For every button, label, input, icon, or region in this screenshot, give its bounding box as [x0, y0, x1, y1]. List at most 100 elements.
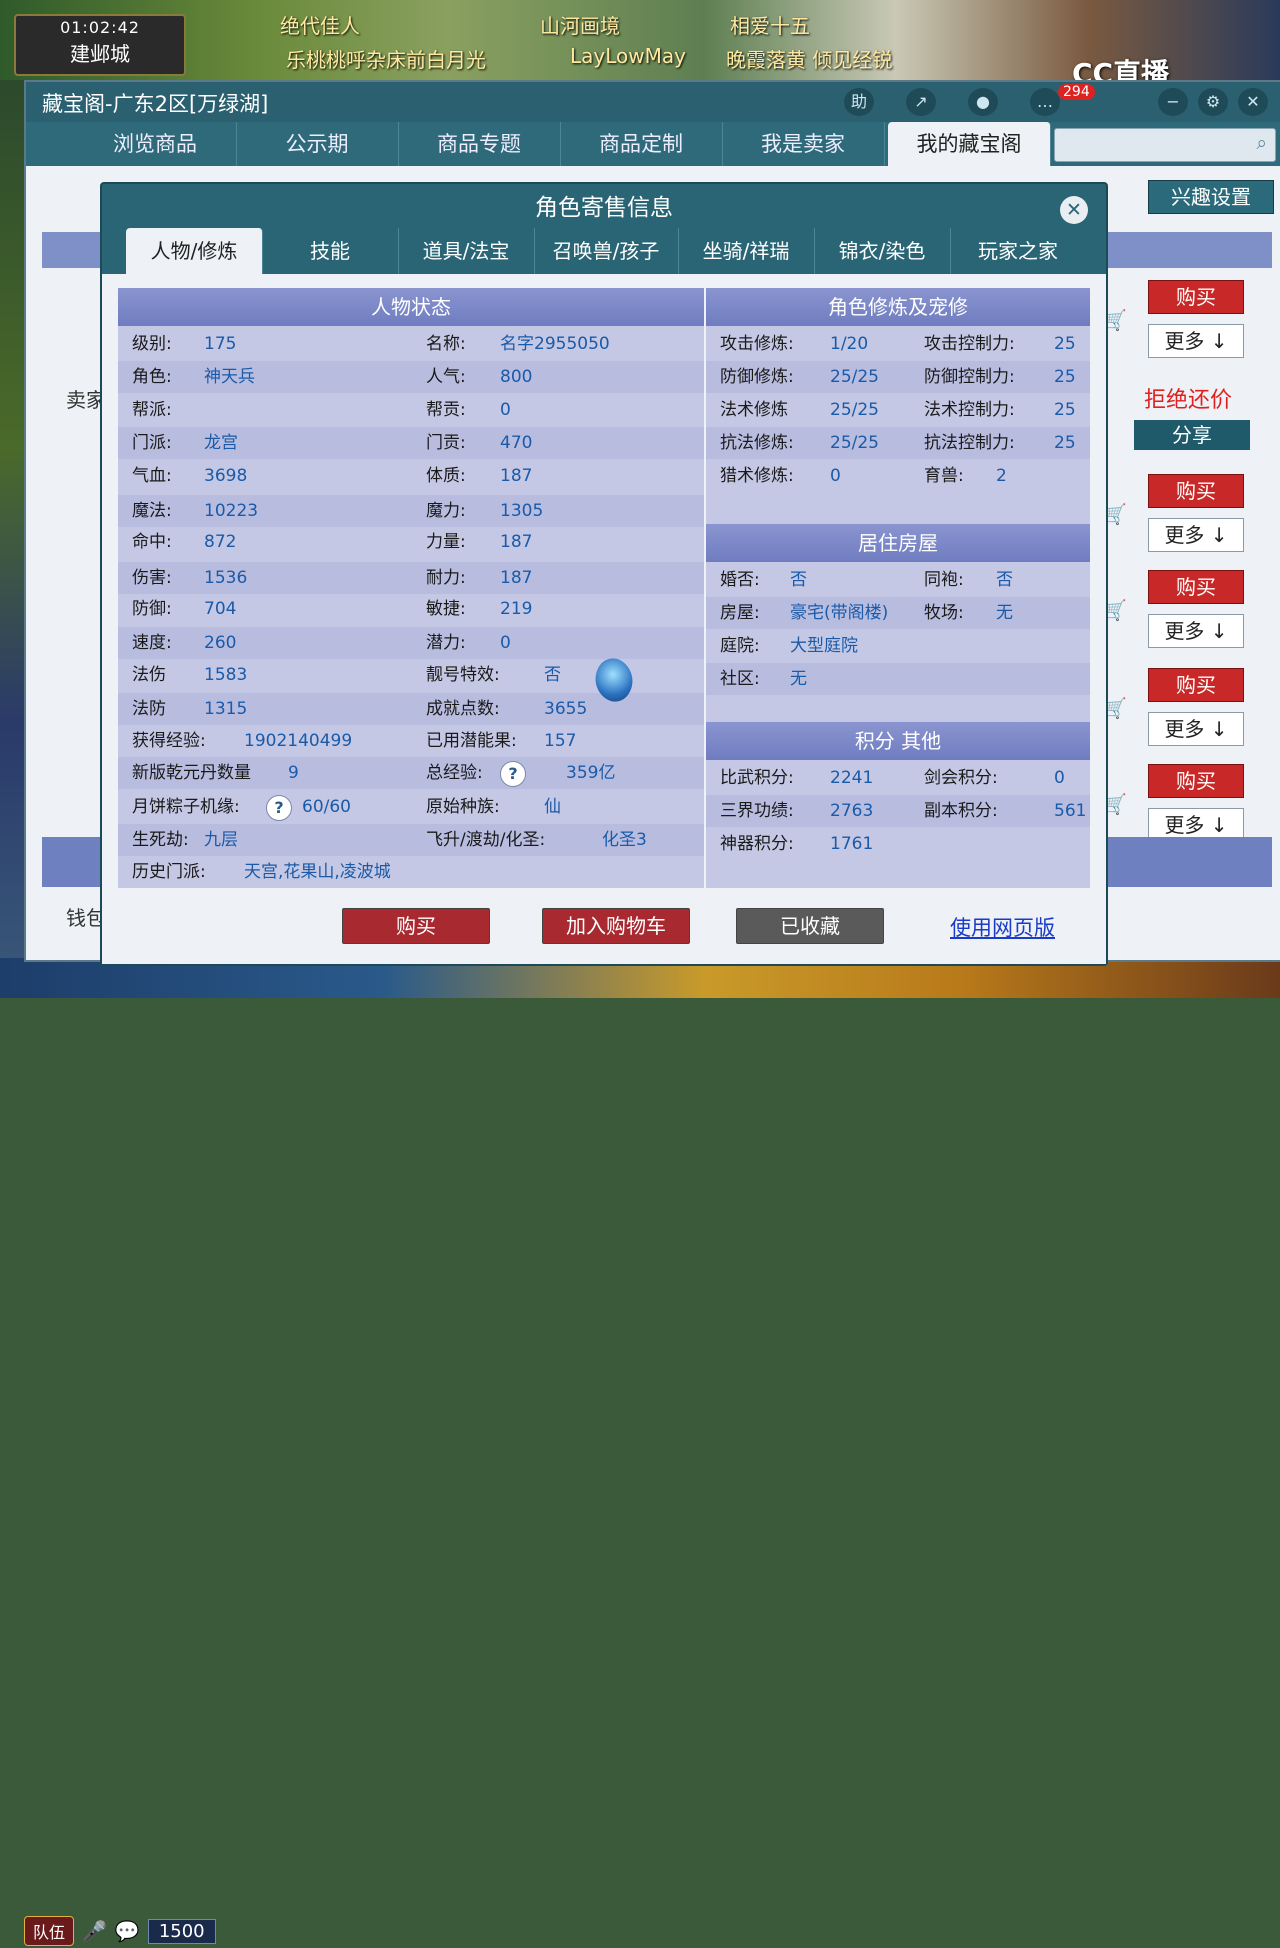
more-button[interactable]: 更多 ↓	[1148, 712, 1244, 746]
panel-heading: 角色修炼及宠修	[706, 288, 1090, 326]
stat-value: 1305	[500, 501, 544, 521]
tab-my-cbg[interactable]: 我的藏宝阁	[888, 122, 1051, 166]
info-label: 攻击修炼:	[720, 334, 794, 354]
stat-value: 0	[500, 400, 511, 420]
tab-browse[interactable]: 浏览商品	[74, 122, 237, 166]
stat-value: 0	[500, 633, 511, 653]
tab-character[interactable]: 人物/修炼	[126, 228, 263, 274]
record-icon[interactable]: ●	[968, 88, 998, 116]
info-row: 伤害: 1536 耐力: 187	[118, 562, 704, 594]
info-label: 神器积分:	[720, 834, 794, 854]
info-label: 攻击控制力:	[924, 334, 1015, 354]
tab-custom[interactable]: 商品定制	[560, 122, 723, 166]
info-label: 房屋:	[720, 603, 760, 623]
more-button[interactable]: 更多 ↓	[1148, 324, 1244, 358]
help-icon[interactable]: ?	[500, 761, 526, 787]
game-caption: LayLowMay	[570, 44, 686, 68]
share-arrow-icon[interactable]: ↗	[906, 88, 936, 116]
buy-button[interactable]: 购买	[1148, 764, 1244, 798]
info-value: 1/20	[830, 334, 869, 354]
add-to-cart-button[interactable]: 加入购物车	[542, 908, 690, 944]
buy-button[interactable]: 购买	[1148, 668, 1244, 702]
gear-icon[interactable]: ⚙	[1198, 88, 1228, 116]
stat-label: 防御:	[132, 599, 172, 619]
stat-label: 生死劫:	[132, 830, 189, 850]
shop-titlebar: 藏宝阁-广东2区[万绿湖] 助 ↗ ● … 294 − ⚙ ✕	[26, 82, 1280, 122]
info-row: 法术修炼 25/25 法术控制力: 25	[706, 394, 1090, 426]
stat-value: 157	[544, 731, 577, 751]
dialog-title: 角色寄售信息	[535, 195, 673, 221]
favorited-button[interactable]: 已收藏	[736, 908, 884, 944]
tab-items[interactable]: 道具/法宝	[398, 228, 535, 274]
info-value: 25	[1054, 433, 1076, 453]
info-label: 同袍:	[924, 570, 964, 590]
stat-label: 法防	[132, 699, 166, 719]
stat-label: 获得经验:	[132, 731, 206, 751]
cultivation-panel: 角色修炼及宠修 攻击修炼: 1/20 攻击控制力: 25 防御修炼: 25/25 防御控制力…	[706, 288, 1090, 524]
info-value: 25/25	[830, 367, 879, 387]
share-button[interactable]: 分享	[1134, 420, 1250, 450]
stat-label: 总经验:	[426, 763, 483, 783]
stat-value: 仙	[544, 797, 561, 817]
info-value: 25/25	[830, 400, 879, 420]
info-value: 25/25	[830, 433, 879, 453]
tab-public[interactable]: 公示期	[236, 122, 399, 166]
stat-label: 门派:	[132, 433, 172, 453]
help-icon[interactable]: ?	[266, 795, 292, 821]
use-web-version-link[interactable]: 使用网页版	[950, 912, 1055, 942]
stat-value: 3655	[544, 699, 588, 719]
info-row: 生死劫: 九层 飞升/渡劫/化圣: 化圣3	[118, 824, 704, 856]
stat-label: 命中:	[132, 532, 172, 552]
minimize-icon[interactable]: −	[1158, 88, 1188, 116]
buy-button[interactable]: 购买	[1148, 570, 1244, 604]
buy-button[interactable]: 购买	[1148, 474, 1244, 508]
info-row: 角色: 神天兵 人气: 800	[118, 361, 704, 393]
tab-pets[interactable]: 召唤兽/孩子	[534, 228, 679, 274]
interest-settings-button[interactable]: 兴趣设置	[1148, 180, 1274, 214]
buy-button[interactable]: 购买	[1148, 280, 1244, 314]
info-value: 0	[1054, 768, 1065, 788]
tab-mounts[interactable]: 坐骑/祥瑞	[678, 228, 815, 274]
help-button[interactable]: 助	[844, 88, 874, 116]
search-icon[interactable]: ⌕	[1256, 132, 1267, 154]
microphone-icon[interactable]: 🎤	[82, 1919, 107, 1943]
chat-icon[interactable]: 💬	[115, 1919, 140, 1943]
info-label: 抗法修炼:	[720, 433, 794, 453]
tab-home[interactable]: 玩家之家	[950, 228, 1086, 274]
tab-outfits[interactable]: 锦衣/染色	[814, 228, 951, 274]
buy-button[interactable]: 购买	[342, 908, 490, 944]
close-icon[interactable]: ✕	[1238, 88, 1268, 116]
search-input[interactable]: ⌕	[1054, 128, 1276, 162]
stat-label: 成就点数:	[426, 699, 500, 719]
stat-value: 1536	[204, 568, 248, 588]
info-value: 0	[830, 466, 841, 486]
housing-panel: 居住房屋 婚否: 否同袍: 否房屋: 豪宅(带阁楼) 牧场: 无庭院: 大型庭院 社区: 无	[706, 524, 1090, 722]
stat-value: 3698	[204, 466, 248, 486]
info-row: 气血: 3698 体质: 187	[118, 460, 704, 492]
stat-label: 体质:	[426, 466, 466, 486]
message-icon[interactable]: …	[1030, 88, 1060, 116]
hud-tray: 队伍 🎤 💬 1500	[24, 1914, 216, 1948]
close-icon[interactable]: ✕	[1060, 196, 1088, 224]
info-row: 社区: 无	[706, 663, 1090, 695]
tab-seller[interactable]: 我是卖家	[722, 122, 885, 166]
stat-value: 1315	[204, 699, 248, 719]
panel-heading: 居住房屋	[706, 524, 1090, 562]
tab-skills[interactable]: 技能	[262, 228, 399, 274]
stat-value: 470	[500, 433, 533, 453]
stat-label: 月饼粽子机缘:	[132, 797, 240, 817]
info-row: 庭院: 大型庭院	[706, 630, 1090, 662]
info-value: 2	[996, 466, 1007, 486]
game-caption: 山河画境	[540, 14, 620, 38]
stat-label: 气血:	[132, 466, 172, 486]
info-label: 剑会积分:	[924, 768, 998, 788]
tab-topics[interactable]: 商品专题	[398, 122, 561, 166]
more-button[interactable]: 更多 ↓	[1148, 518, 1244, 552]
dialog-tabs: 人物/修炼 技能 道具/法宝 召唤兽/孩子 坐骑/祥瑞 锦衣/染色 玩家之家	[126, 228, 1086, 274]
info-value: 豪宅(带阁楼)	[790, 603, 889, 623]
game-caption: 乐桃桃呼杂床前白月光	[286, 48, 486, 72]
info-row: 神器积分: 1761	[706, 828, 1090, 860]
more-button[interactable]: 更多 ↓	[1148, 614, 1244, 648]
info-row: 速度: 260 潜力: 0	[118, 627, 704, 659]
team-button[interactable]: 队伍	[24, 1916, 75, 1946]
